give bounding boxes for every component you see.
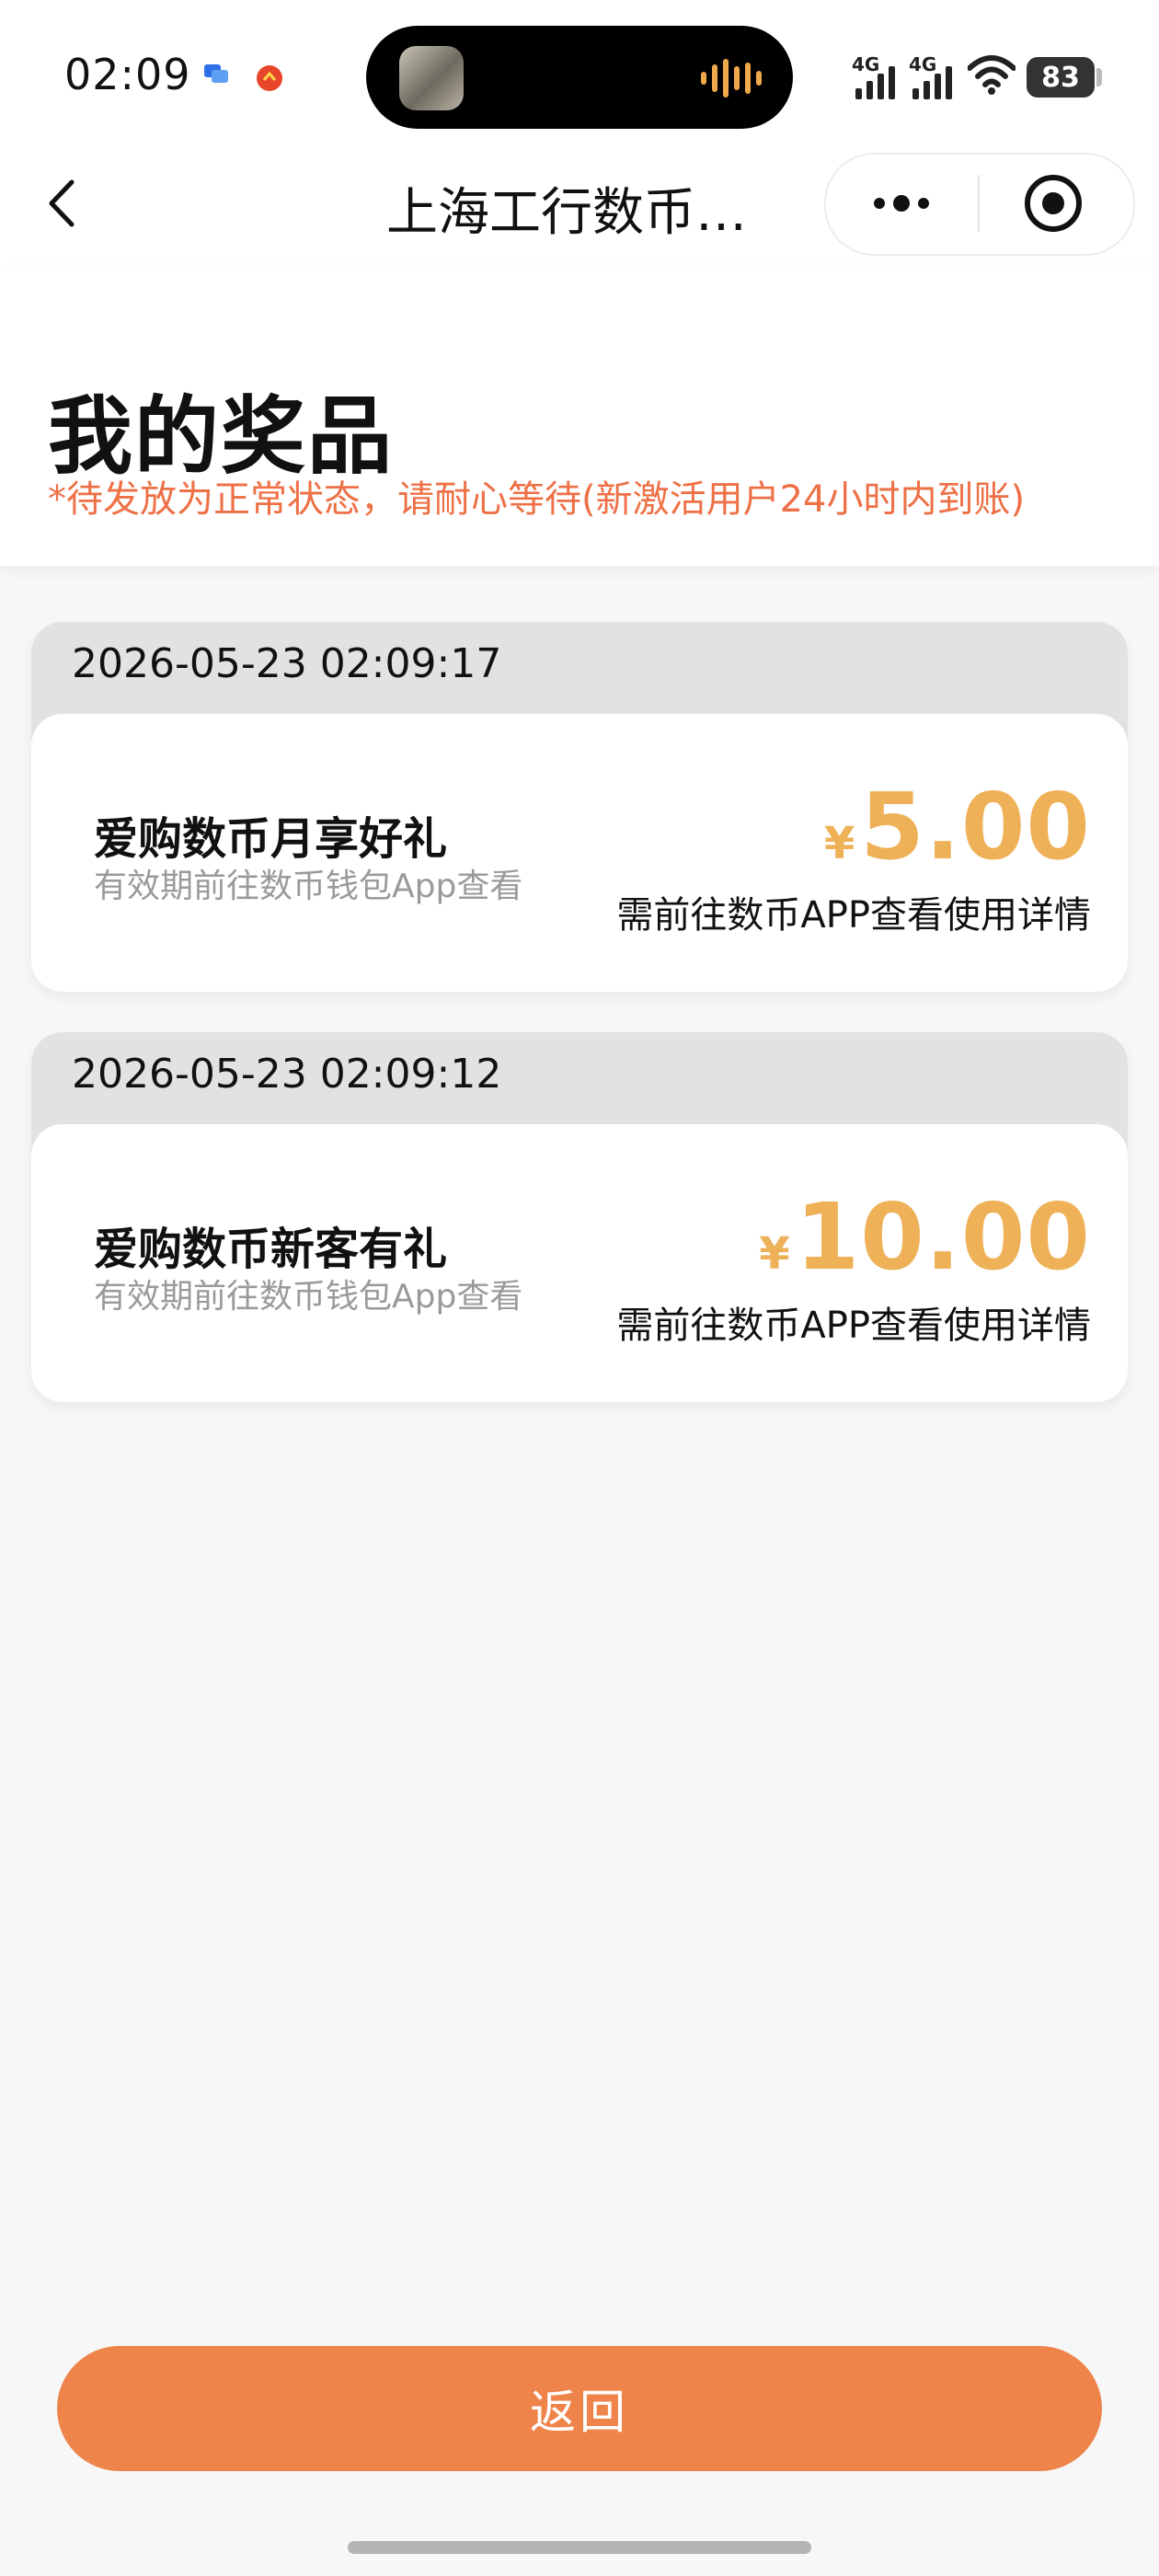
prize-card[interactable]: 2026-05-23 02:09:12 爱购数币新客有礼 有效期前往数币钱包Ap… (31, 1032, 1128, 1402)
prize-date: 2026-05-23 02:09:12 (72, 1051, 502, 1098)
prize-name: 爱购数币新客有礼 (94, 1224, 448, 1275)
return-button[interactable]: 返回 (57, 2346, 1102, 2471)
usage-note: 需前往数币APP查看使用详情 (616, 894, 1091, 937)
media-thumbnail[interactable] (399, 46, 464, 110)
close-miniprogram-icon[interactable] (1021, 171, 1085, 236)
nav-title: 上海工行数币… (386, 183, 747, 243)
prize-amount: ¥ 10.00 (759, 1183, 1091, 1291)
prize-validity: 有效期前往数币钱包App查看 (94, 868, 523, 905)
prize-date: 2026-05-23 02:09:17 (72, 640, 502, 687)
currency-symbol: ¥ (823, 818, 855, 869)
more-options-icon[interactable] (865, 180, 938, 226)
usage-note: 需前往数币APP查看使用详情 (616, 1305, 1091, 1347)
cellular-signal-icon: 4G (852, 53, 903, 99)
status-notice: *待发放为正常状态，请耐心等待(新激活用户24小时内到账) (48, 478, 1026, 521)
app-notification-icon (257, 65, 282, 91)
prize-amount: ¥ 5.00 (824, 773, 1091, 880)
prize-card-body[interactable]: 爱购数币新客有礼 有效期前往数币钱包App查看 ¥ 10.00 需前往数币APP… (31, 1124, 1128, 1402)
amount-value: 5.00 (860, 773, 1091, 880)
cellular-signal-icon-2: 4G (909, 53, 960, 99)
back-chevron-icon[interactable] (40, 171, 86, 236)
home-indicator[interactable] (348, 2541, 811, 2554)
amount-value: 10.00 (795, 1183, 1091, 1291)
prize-name: 爱购数币月享好礼 (94, 813, 448, 865)
capsule-divider (978, 175, 980, 232)
audio-wave-icon (701, 59, 762, 98)
prize-card[interactable]: 2026-05-23 02:09:17 爱购数币月享好礼 有效期前往数币钱包Ap… (31, 622, 1128, 992)
wifi-icon (968, 55, 1016, 95)
battery-tip (1096, 68, 1102, 86)
message-notification-icon (204, 64, 228, 83)
prize-card-body[interactable]: 爱购数币月享好礼 有效期前往数币钱包App查看 ¥ 5.00 需前往数币APP查… (31, 714, 1128, 992)
currency-symbol: ¥ (759, 1228, 790, 1280)
battery-indicator: 83 (1027, 57, 1095, 98)
status-time: 02:09 (64, 50, 191, 99)
prize-validity: 有效期前往数币钱包App查看 (94, 1278, 523, 1316)
